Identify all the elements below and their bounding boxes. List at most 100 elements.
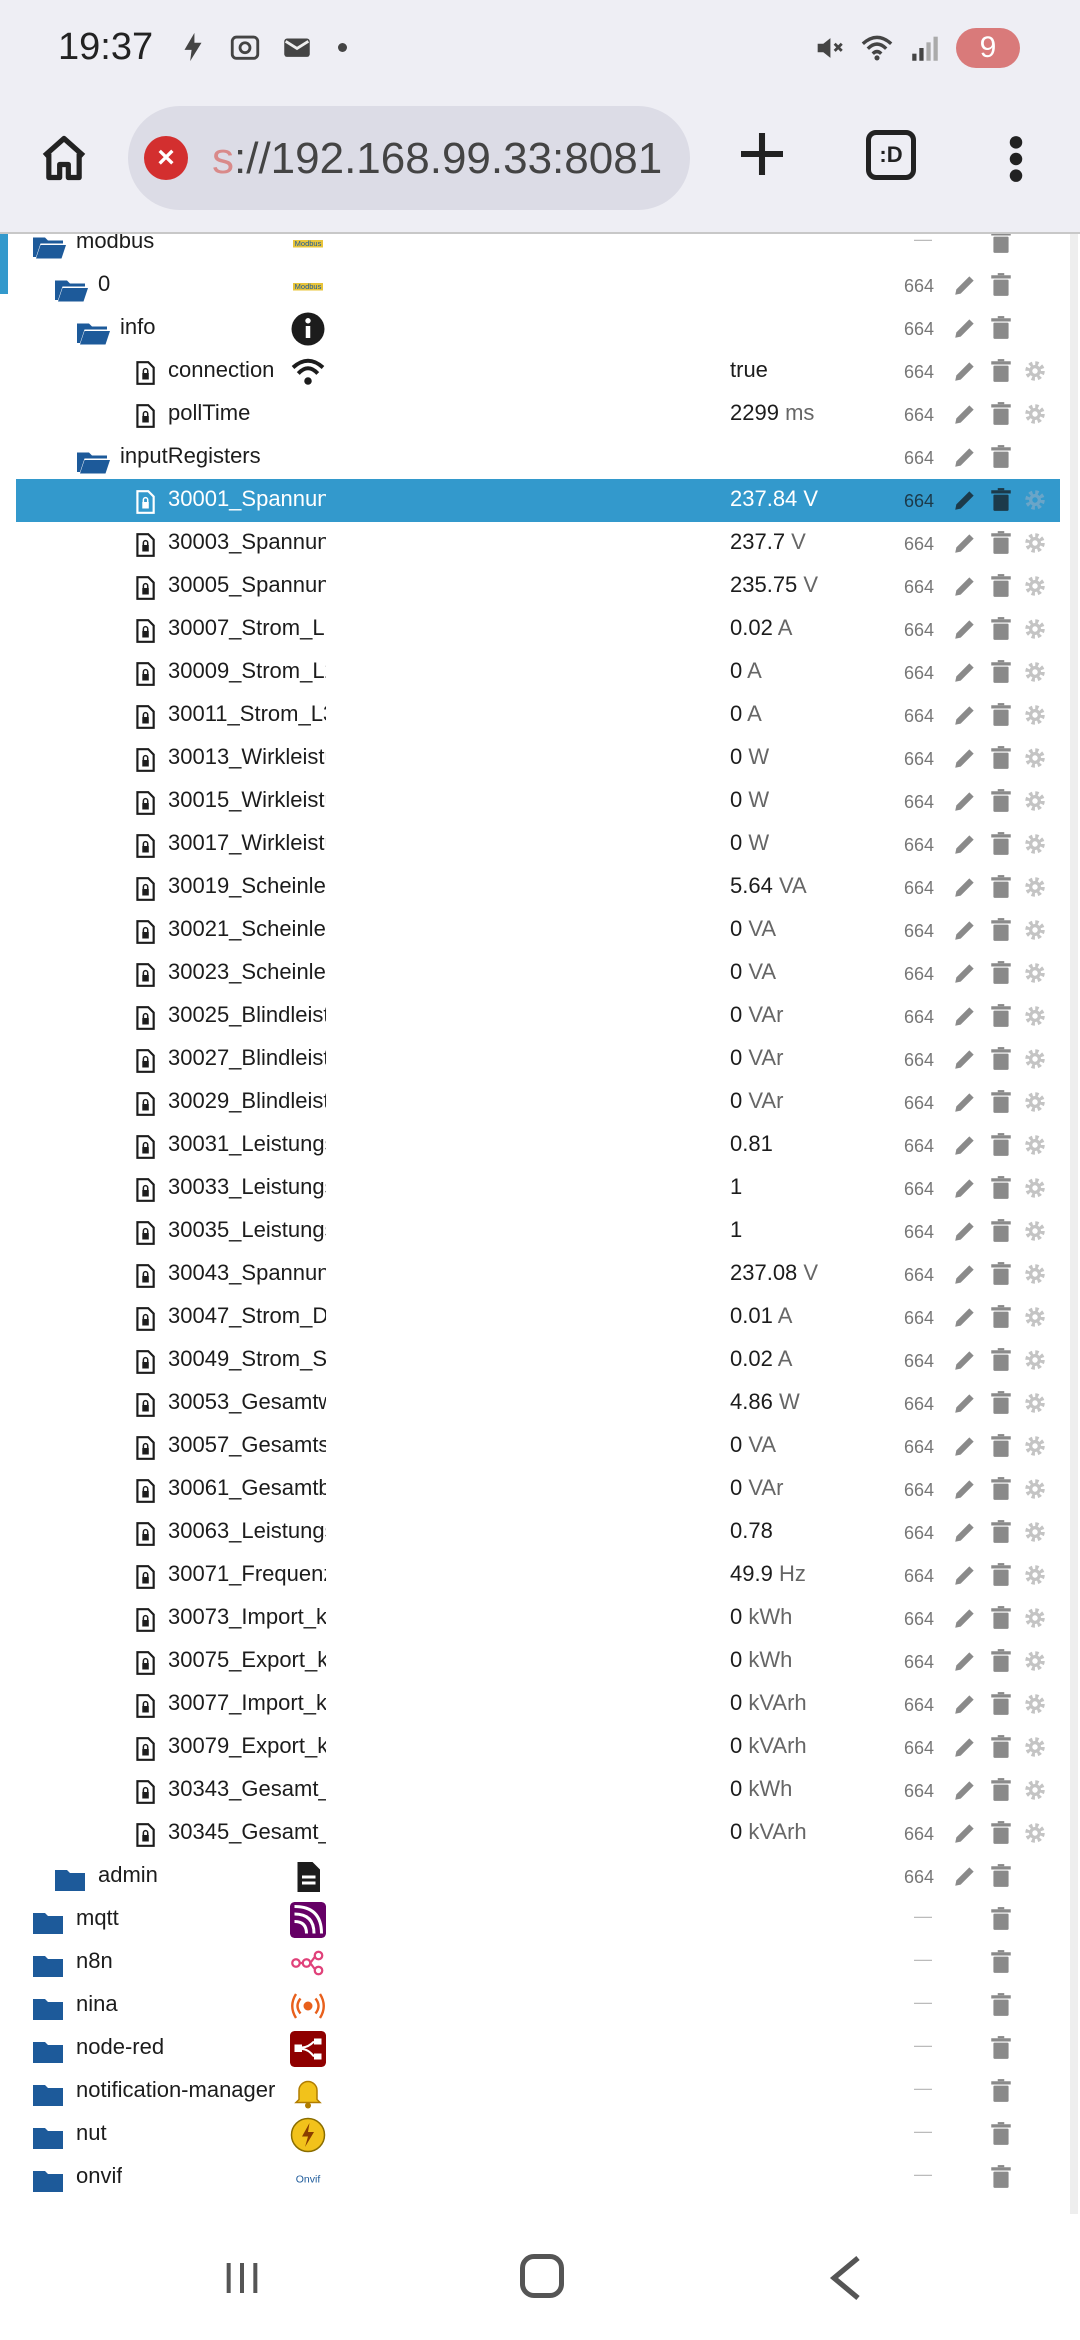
folder-open-icon[interactable] (74, 313, 110, 349)
edit-icon[interactable] (952, 917, 978, 943)
acl-value[interactable]: 664 (904, 1093, 934, 1114)
delete-icon[interactable] (988, 272, 1014, 298)
delete-icon[interactable] (988, 315, 1014, 341)
acl-value[interactable]: 664 (904, 362, 934, 383)
settings-gear-icon[interactable] (1022, 1562, 1048, 1588)
state-file-icon[interactable] (132, 919, 158, 945)
state-value[interactable]: 0 W (730, 744, 769, 770)
tree-folder-row[interactable]: info 664 (16, 307, 1060, 350)
delete-icon[interactable] (988, 1562, 1014, 1588)
state-value[interactable]: 0.78 (730, 1518, 773, 1544)
acl-value[interactable]: 664 (904, 1480, 934, 1501)
delete-icon[interactable] (988, 1347, 1014, 1373)
acl-value[interactable]: 664 (904, 1824, 934, 1845)
acl-value[interactable]: 664 (904, 577, 934, 598)
tree-state-row[interactable]: 30025_Blindleistung 0 VAr 664 (16, 995, 1060, 1038)
delete-icon[interactable] (988, 874, 1014, 900)
state-value[interactable]: 0 kWh (730, 1647, 792, 1673)
new-tab-icon[interactable] (734, 126, 790, 182)
home-icon[interactable] (38, 132, 90, 184)
tree-state-row[interactable]: 30013_Wirkleistung_ 0 W 664 (16, 737, 1060, 780)
folder-open-icon[interactable] (52, 270, 88, 306)
tree-folder-row[interactable]: notification-manager — (16, 2070, 1060, 2113)
state-file-icon[interactable] (132, 1005, 158, 1031)
state-file-icon[interactable] (132, 1220, 158, 1246)
edit-icon[interactable] (952, 1132, 978, 1158)
state-file-icon[interactable] (132, 1736, 158, 1762)
acl-value[interactable]: 664 (904, 1394, 934, 1415)
edit-icon[interactable] (952, 1734, 978, 1760)
state-file-icon[interactable] (132, 1048, 158, 1074)
settings-gear-icon[interactable] (1022, 1089, 1048, 1115)
state-file-icon[interactable] (132, 876, 158, 902)
tree-state-row[interactable]: 30047_Strom_Durchs 0.01 A 664 (16, 1296, 1060, 1339)
settings-gear-icon[interactable] (1022, 487, 1048, 513)
state-file-icon[interactable] (132, 747, 158, 773)
acl-value[interactable]: 664 (904, 620, 934, 641)
state-file-icon[interactable] (132, 833, 158, 859)
acl-value[interactable]: 664 (904, 448, 934, 469)
delete-icon[interactable] (988, 2121, 1014, 2147)
edit-icon[interactable] (952, 659, 978, 685)
acl-value[interactable]: 664 (904, 1652, 934, 1673)
settings-gear-icon[interactable] (1022, 1175, 1048, 1201)
tree-state-row[interactable]: pollTime 2299 ms 664 (16, 393, 1060, 436)
settings-gear-icon[interactable] (1022, 788, 1048, 814)
tree-folder-row[interactable]: 0 Modbus 664 (16, 264, 1060, 307)
delete-icon[interactable] (988, 530, 1014, 556)
address-bar[interactable]: × s://192.168.99.33:8081 (128, 106, 690, 210)
acl-value[interactable]: 664 (904, 405, 934, 426)
delete-icon[interactable] (988, 1691, 1014, 1717)
edit-icon[interactable] (952, 272, 978, 298)
edit-icon[interactable] (952, 358, 978, 384)
state-file-icon[interactable] (132, 1177, 158, 1203)
edit-icon[interactable] (952, 1863, 978, 1889)
tree-state-row[interactable]: 30019_Scheinleistun 5.64 VA 664 (16, 866, 1060, 909)
acl-value[interactable]: 664 (904, 792, 934, 813)
tree-state-row[interactable]: 30073_Import_kWh 0 kWh 664 (16, 1597, 1060, 1640)
settings-gear-icon[interactable] (1022, 874, 1048, 900)
delete-icon[interactable] (988, 1175, 1014, 1201)
state-value[interactable]: 0 VA (730, 1432, 776, 1458)
acl-value[interactable]: 664 (904, 1566, 934, 1587)
settings-gear-icon[interactable] (1022, 1777, 1048, 1803)
state-value[interactable]: 0.01 A (730, 1303, 792, 1329)
tree-state-row[interactable]: 30011_Strom_L3 0 A 664 (16, 694, 1060, 737)
state-value[interactable]: 0.02 A (730, 1346, 792, 1372)
tree-state-row[interactable]: 30015_Wirkleistung_ 0 W 664 (16, 780, 1060, 823)
edit-icon[interactable] (952, 745, 978, 771)
delete-icon[interactable] (988, 1906, 1014, 1932)
tree-state-row[interactable]: 30053_Gesamtwirkle 4.86 W 664 (16, 1382, 1060, 1425)
acl-value[interactable]: 664 (904, 1265, 934, 1286)
delete-icon[interactable] (988, 444, 1014, 470)
settings-gear-icon[interactable] (1022, 1519, 1048, 1545)
tree-state-row[interactable]: 30005_Spannung_L3 235.75 V 664 (16, 565, 1060, 608)
delete-icon[interactable] (988, 234, 1014, 255)
tree-folder-row[interactable]: onvif Onvif — (16, 2156, 1060, 2199)
state-file-icon[interactable] (132, 575, 158, 601)
delete-icon[interactable] (988, 1218, 1014, 1244)
tree-state-row[interactable]: 30077_Import_kVArh 0 kVArh 664 (16, 1683, 1060, 1726)
settings-gear-icon[interactable] (1022, 960, 1048, 986)
tree-state-row[interactable]: 30343_Gesamt_kWh 0 kWh 664 (16, 1769, 1060, 1812)
edit-icon[interactable] (952, 1691, 978, 1717)
settings-gear-icon[interactable] (1022, 1433, 1048, 1459)
tree-state-row[interactable]: 30075_Export_kWh 0 kWh 664 (16, 1640, 1060, 1683)
edit-icon[interactable] (952, 1648, 978, 1674)
tree-state-row[interactable]: 30345_Gesamt_kVArh 0 kVArh 664 (16, 1812, 1060, 1855)
state-value[interactable]: 235.75 V (730, 572, 818, 598)
folder-icon[interactable] (30, 2076, 66, 2112)
edit-icon[interactable] (952, 1089, 978, 1115)
folder-icon[interactable] (30, 2033, 66, 2069)
state-file-icon[interactable] (132, 1521, 158, 1547)
folder-open-icon[interactable] (30, 234, 66, 263)
edit-icon[interactable] (952, 831, 978, 857)
delete-icon[interactable] (988, 1476, 1014, 1502)
state-file-icon[interactable] (132, 661, 158, 687)
delete-icon[interactable] (988, 573, 1014, 599)
edit-icon[interactable] (952, 1046, 978, 1072)
delete-icon[interactable] (988, 1433, 1014, 1459)
edit-icon[interactable] (952, 960, 978, 986)
settings-gear-icon[interactable] (1022, 573, 1048, 599)
tree-state-row[interactable]: 30035_Leistungsfakt 1 664 (16, 1210, 1060, 1253)
